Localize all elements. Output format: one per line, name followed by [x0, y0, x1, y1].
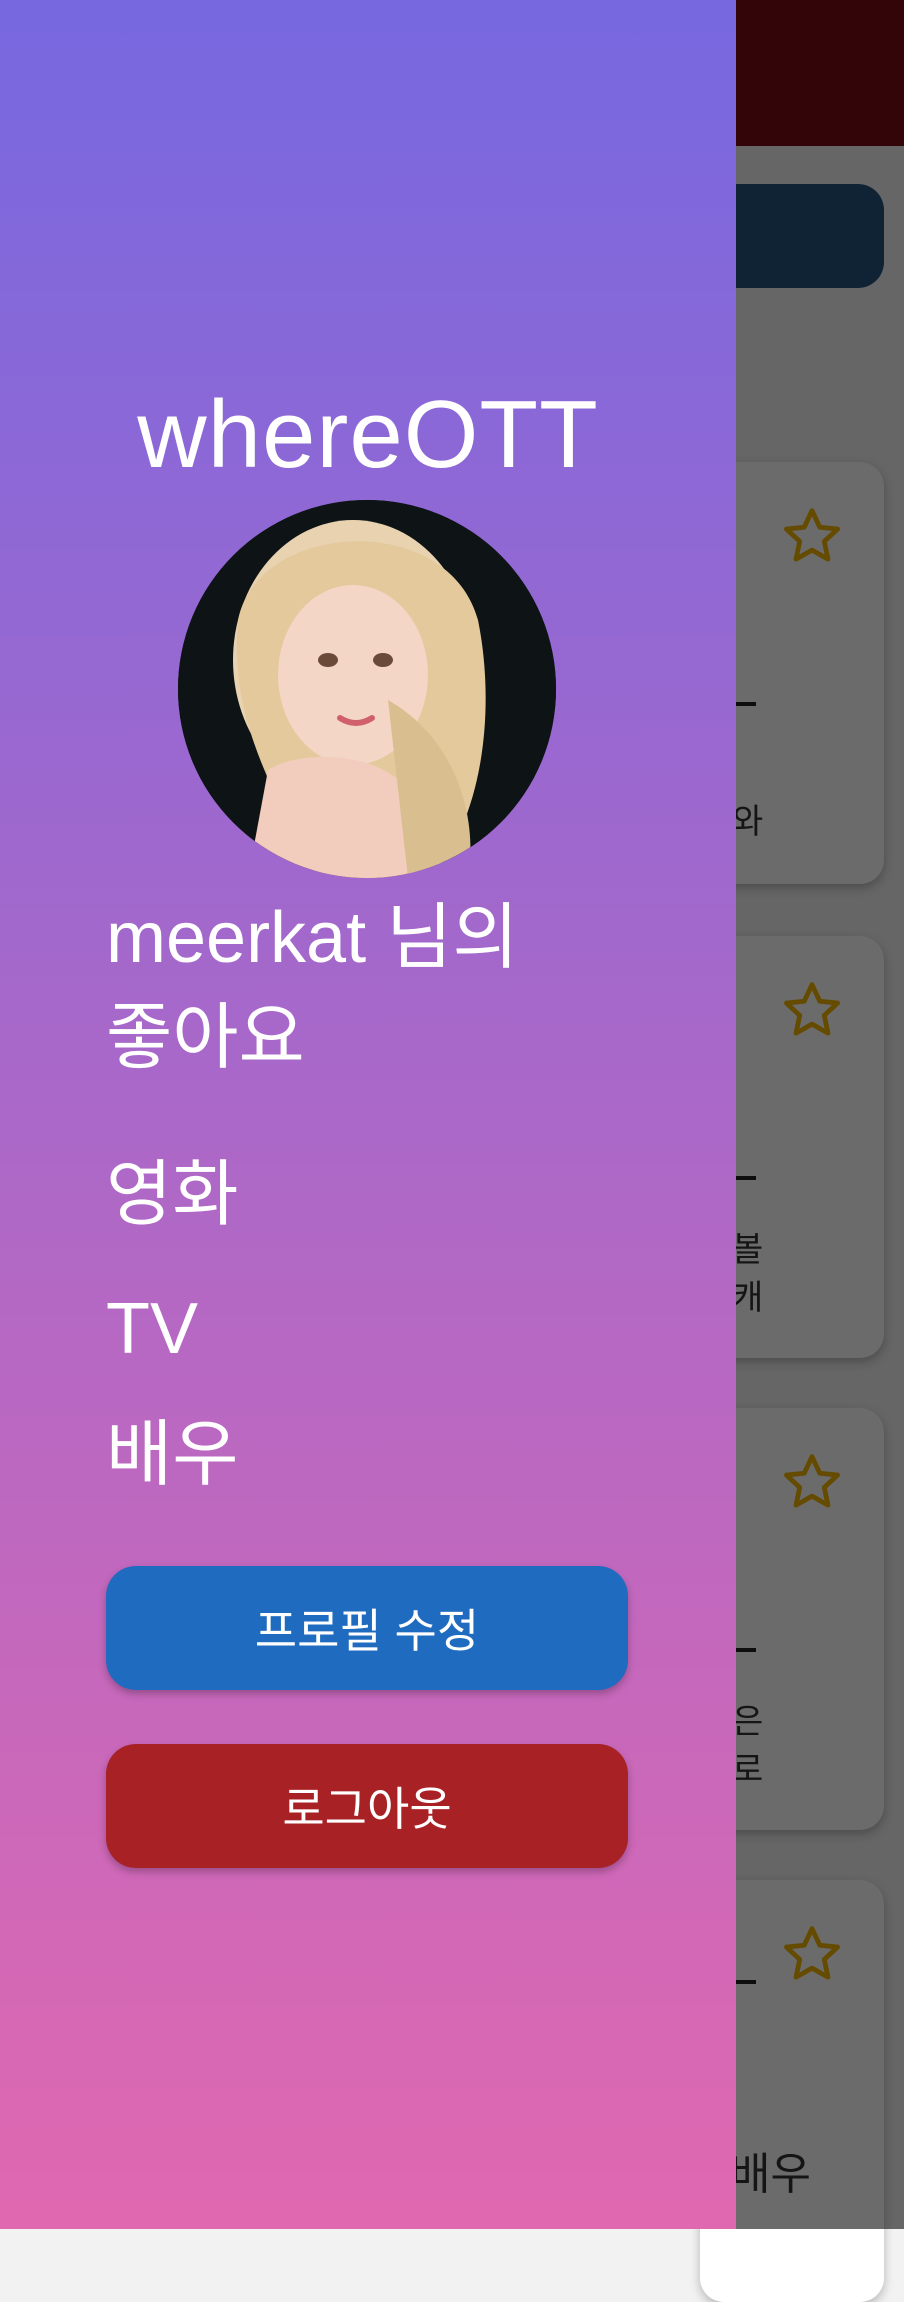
menu-item-actors[interactable]: 배우: [106, 1410, 238, 1500]
likes-label: 좋아요: [106, 998, 305, 1078]
logout-button[interactable]: 로그아웃: [106, 1744, 628, 1868]
menu-item-tv[interactable]: TV: [106, 1284, 198, 1374]
edit-profile-button[interactable]: 프로필 수정: [106, 1566, 628, 1690]
navigation-drawer: whereOTT meerkat 님의 좋아요 영화 TV 배우 프로필 수정 …: [0, 0, 736, 2229]
app-title: whereOTT: [137, 381, 599, 488]
username-line: meerkat 님의: [106, 898, 519, 978]
avatar: [178, 500, 556, 878]
menu-item-movies[interactable]: 영화: [106, 1150, 238, 1240]
profile-photo: [178, 500, 556, 878]
user-greeting: meerkat 님의 좋아요: [106, 888, 666, 1088]
